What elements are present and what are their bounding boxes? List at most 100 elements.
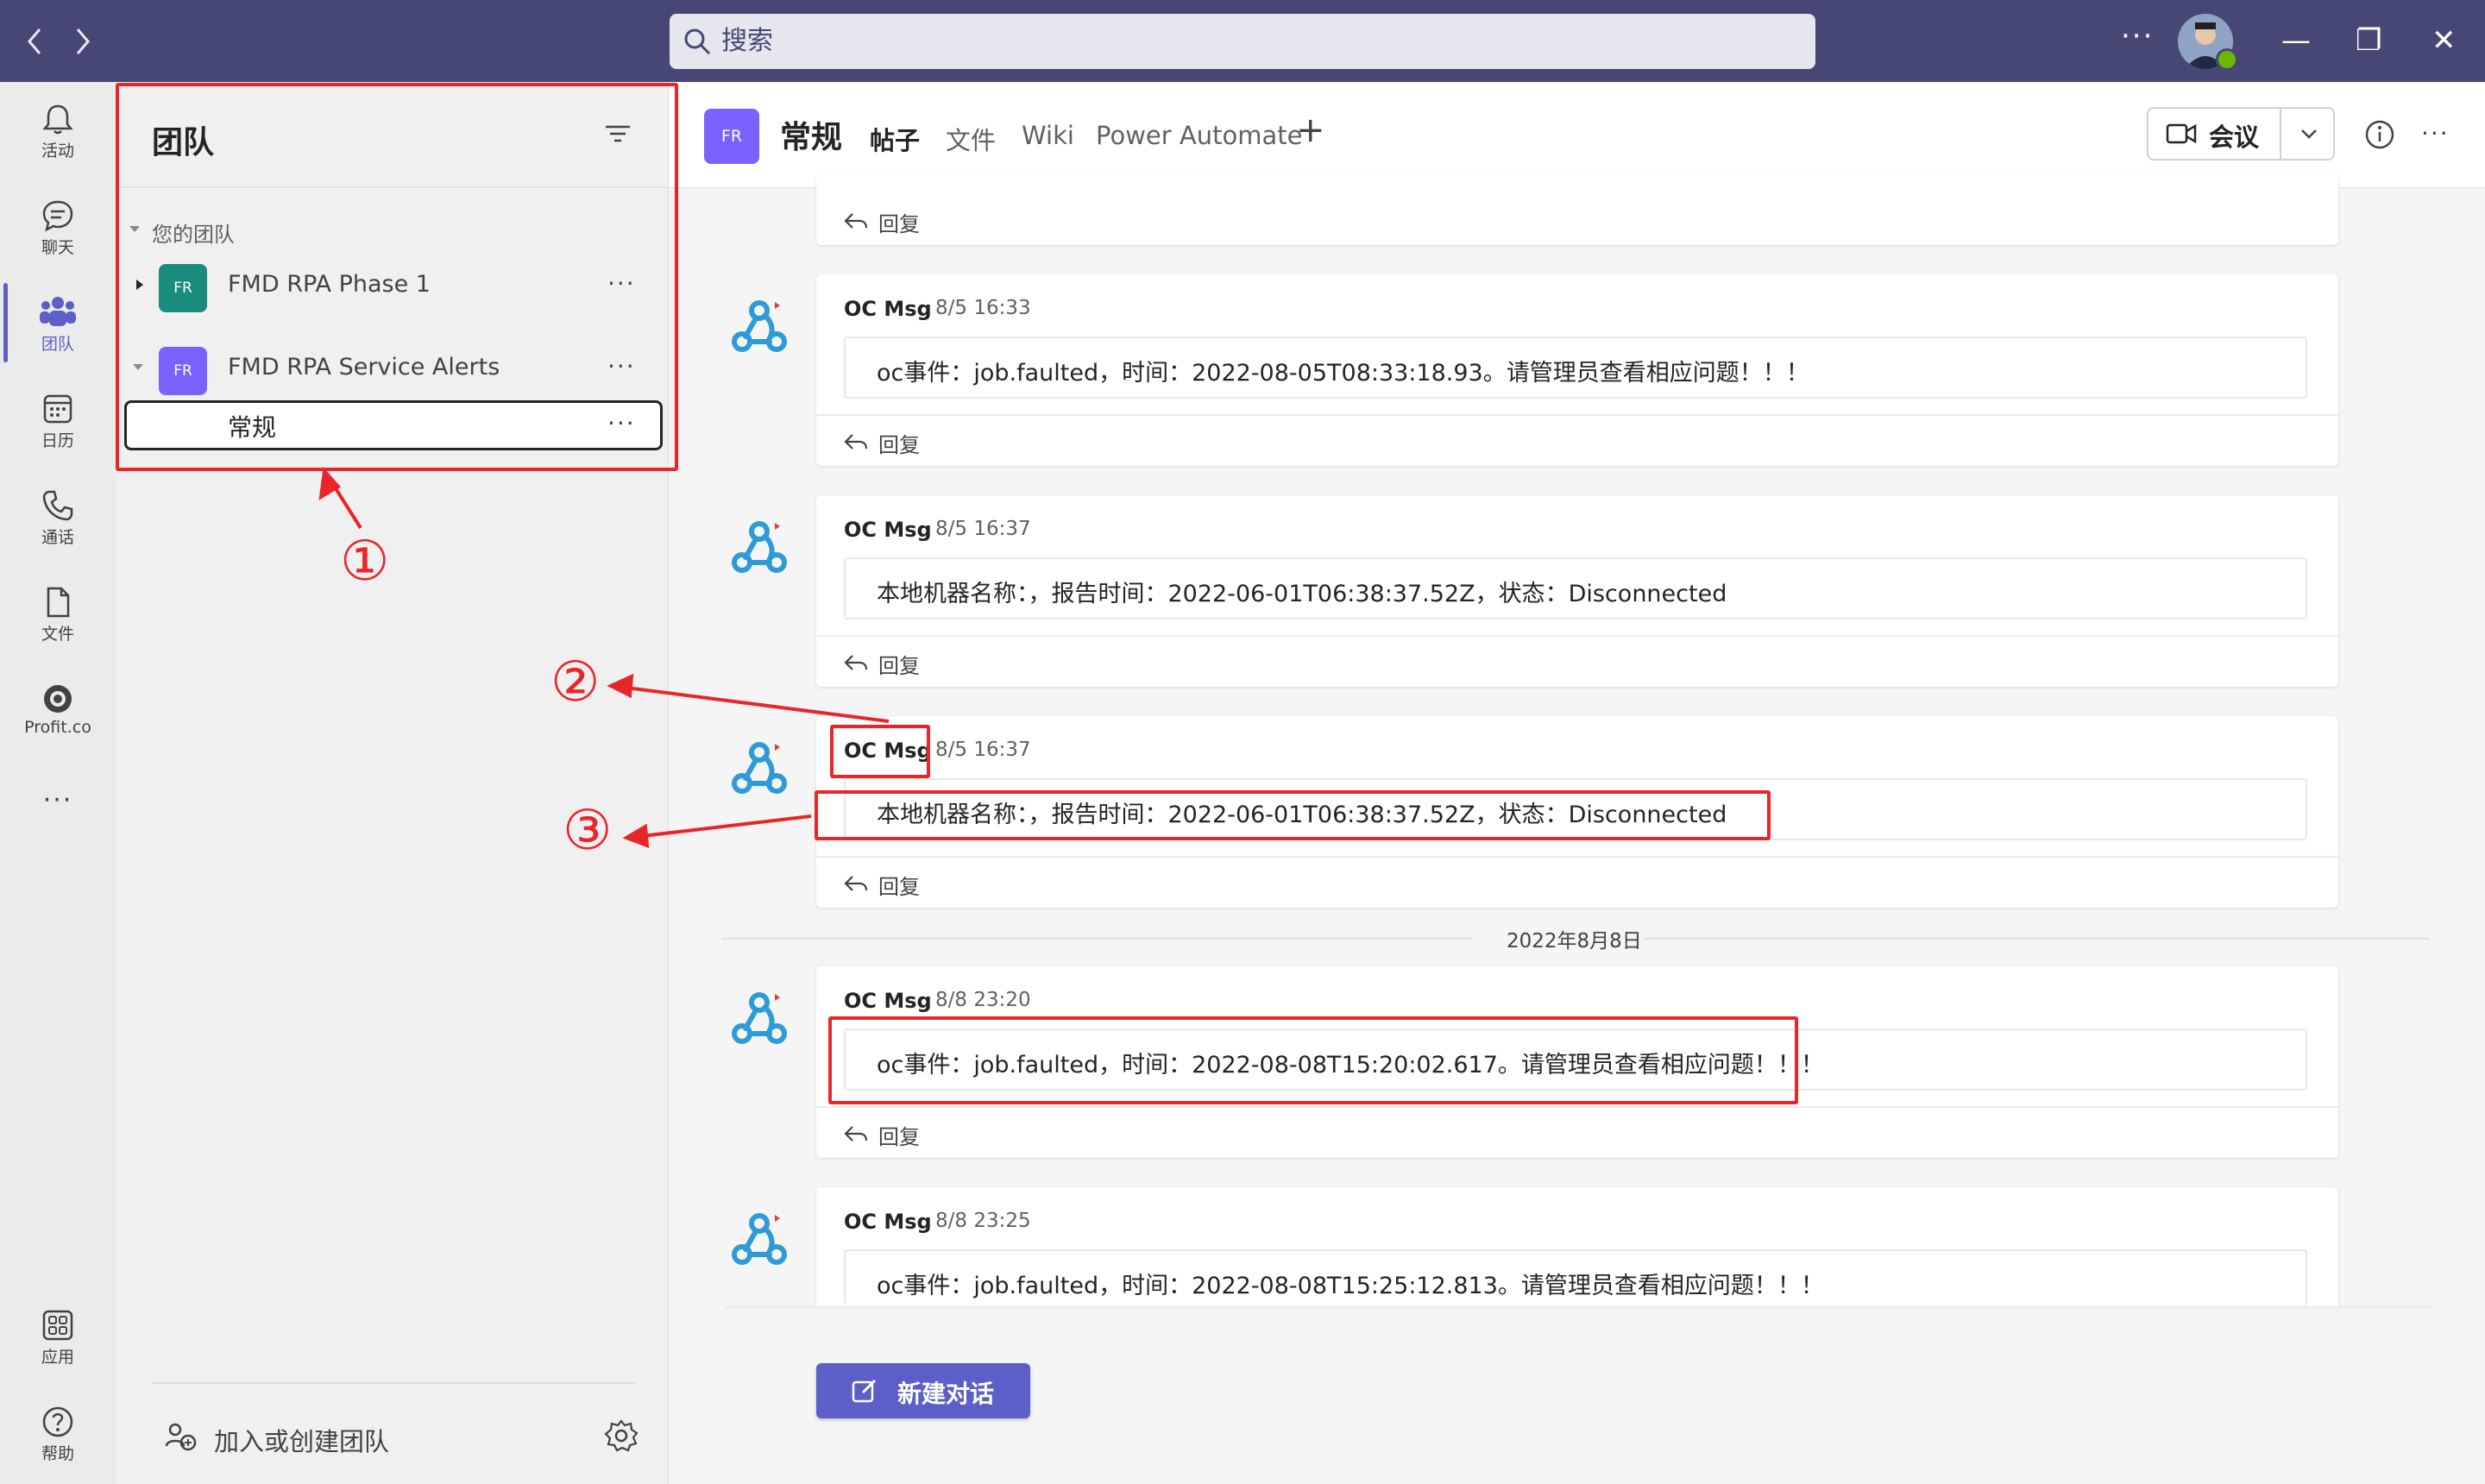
reply-label: 回复	[878, 654, 920, 678]
message-card: OC Msg 8/8 23:25 oc事件：job.faulted，时间：202…	[816, 1187, 2338, 1306]
message-text: 本地机器名称：，报告时间：2022-06-01T06:38:37.52Z，状态：…	[877, 581, 1727, 607]
reply-icon	[844, 655, 868, 670]
search-placeholder: 搜索	[721, 26, 773, 56]
message-author[interactable]: OC Msg	[844, 989, 932, 1013]
reply-icon	[844, 876, 868, 891]
add-team-icon	[165, 1423, 197, 1451]
bell-icon	[42, 104, 73, 135]
rail-item-help[interactable]: 帮助	[0, 1405, 116, 1464]
header-more-icon[interactable]: ···	[2421, 119, 2450, 148]
reply-label: 回复	[878, 212, 920, 236]
profitco-icon	[44, 685, 72, 713]
divider	[2280, 107, 2281, 160]
reply-bar[interactable]: 回复	[816, 190, 2338, 242]
rail-item-calls[interactable]: 通话	[0, 488, 116, 548]
teams-icon	[40, 297, 76, 326]
annotation-box-2	[830, 725, 930, 778]
message-author[interactable]: OC Msg	[844, 518, 932, 542]
info-icon[interactable]	[2364, 119, 2395, 150]
reply-bar[interactable]: 回复	[816, 1106, 2338, 1158]
webhook-bot-icon[interactable]	[725, 1204, 794, 1273]
webhook-bot-icon[interactable]	[725, 984, 794, 1053]
channel-team-tile: FR	[704, 109, 759, 164]
message-text: oc事件：job.faulted，时间：2022-08-05T08:33:18.…	[877, 360, 1809, 387]
rail-label: 日历	[41, 431, 74, 450]
webhook-bot-icon[interactable]	[725, 733, 794, 802]
rail-more-icon[interactable]: ···	[0, 785, 116, 815]
close-button[interactable]: ✕	[2432, 21, 2457, 60]
rail-item-activity[interactable]: 活动	[0, 102, 116, 161]
rail-label: 活动	[41, 141, 74, 160]
reply-bar[interactable]: 回复	[816, 856, 2338, 908]
minimize-button[interactable]: —	[2281, 21, 2311, 60]
add-tab-button[interactable]: +	[1296, 110, 1325, 150]
message-author[interactable]: OC Msg	[844, 297, 932, 321]
reply-icon	[844, 434, 868, 450]
annotation-marker-1: ①	[340, 530, 390, 594]
file-icon	[47, 587, 70, 618]
date-divider-label: 2022年8月8日	[1507, 930, 1642, 953]
rail-label: 团队	[41, 335, 74, 354]
message-body: oc事件：job.faulted，时间：2022-08-08T15:25:12.…	[844, 1249, 2307, 1306]
rail-item-files[interactable]: 文件	[0, 585, 116, 645]
rail-item-apps[interactable]: 应用	[0, 1308, 116, 1368]
message-body: 本地机器名称：，报告时间：2022-06-01T06:38:37.52Z，状态：…	[844, 557, 2307, 619]
chevron-down-icon[interactable]	[2299, 126, 2319, 141]
tab-power-automate[interactable]: Power Automate	[1096, 121, 1302, 150]
message-timestamp: 8/5 16:33	[935, 297, 1031, 319]
rail-item-chat[interactable]: 聊天	[0, 198, 116, 258]
message-timestamp: 8/5 16:37	[935, 739, 1031, 761]
reply-icon	[844, 213, 868, 229]
search-icon	[684, 28, 711, 55]
reply-label: 回复	[878, 1125, 920, 1149]
presence-available-icon	[2216, 48, 2238, 71]
compose-icon	[852, 1379, 877, 1403]
rail-label: 帮助	[41, 1444, 74, 1463]
annotation-box-1	[116, 83, 678, 471]
reply-icon	[844, 1126, 868, 1141]
rail-label: 应用	[41, 1348, 74, 1367]
help-icon	[42, 1406, 73, 1437]
video-camera-icon	[2166, 123, 2197, 144]
message-timestamp: 8/8 23:20	[935, 989, 1031, 1011]
rail-item-calendar[interactable]: 日历	[0, 392, 116, 451]
annotation-box-4	[828, 1016, 1798, 1104]
webhook-bot-icon[interactable]	[725, 512, 794, 582]
webhook-bot-icon[interactable]	[725, 292, 794, 361]
app-rail	[0, 82, 116, 1484]
rail-label: Profit.co	[24, 718, 91, 737]
annotation-box-3	[815, 790, 1771, 840]
calendar-icon	[43, 394, 72, 424]
message-text: oc事件：job.faulted，时间：2022-08-08T15:25:12.…	[877, 1273, 1824, 1299]
feed-bottom-edge	[725, 1306, 2433, 1308]
annotation-marker-2: ②	[550, 651, 601, 714]
tab-posts[interactable]: 帖子	[870, 121, 920, 157]
reply-bar[interactable]: 回复	[816, 414, 2338, 466]
meet-label: 会议	[2209, 123, 2260, 152]
rail-label: 通话	[41, 528, 74, 547]
date-divider-line	[721, 938, 1472, 940]
reply-label: 回复	[878, 433, 920, 457]
join-create-team-link[interactable]: 加入或创建团队	[214, 1422, 389, 1458]
message-author[interactable]: OC Msg	[844, 1210, 932, 1234]
chevron-right-icon[interactable]	[71, 26, 95, 57]
tab-files[interactable]: 文件	[946, 121, 996, 157]
annotation-marker-3: ③	[563, 799, 613, 863]
rail-label: 聊天	[41, 238, 74, 257]
tab-wiki[interactable]: Wiki	[1022, 121, 1074, 150]
message-body: oc事件：job.faulted，时间：2022-08-05T08:33:18.…	[844, 336, 2307, 399]
new-conversation-label: 新建对话	[897, 1380, 995, 1408]
message-timestamp: 8/5 16:37	[935, 518, 1031, 540]
phone-icon	[42, 490, 73, 521]
rail-item-profitco[interactable]: Profit.co	[0, 682, 116, 737]
maximize-button[interactable]: ❐	[2356, 21, 2381, 60]
rail-item-teams[interactable]: 团队	[0, 295, 116, 355]
gear-icon[interactable]	[604, 1418, 639, 1453]
more-options-icon[interactable]: ···	[2121, 19, 2154, 53]
message-card: OC Msg 8/5 16:37 本地机器名称：，报告时间：2022-06-01…	[816, 495, 2338, 687]
search-bar[interactable]	[670, 14, 1815, 69]
chevron-left-icon[interactable]	[22, 26, 47, 57]
chat-icon	[42, 200, 73, 232]
reply-bar[interactable]: 回复	[816, 635, 2338, 687]
date-divider-line	[1645, 938, 2430, 940]
